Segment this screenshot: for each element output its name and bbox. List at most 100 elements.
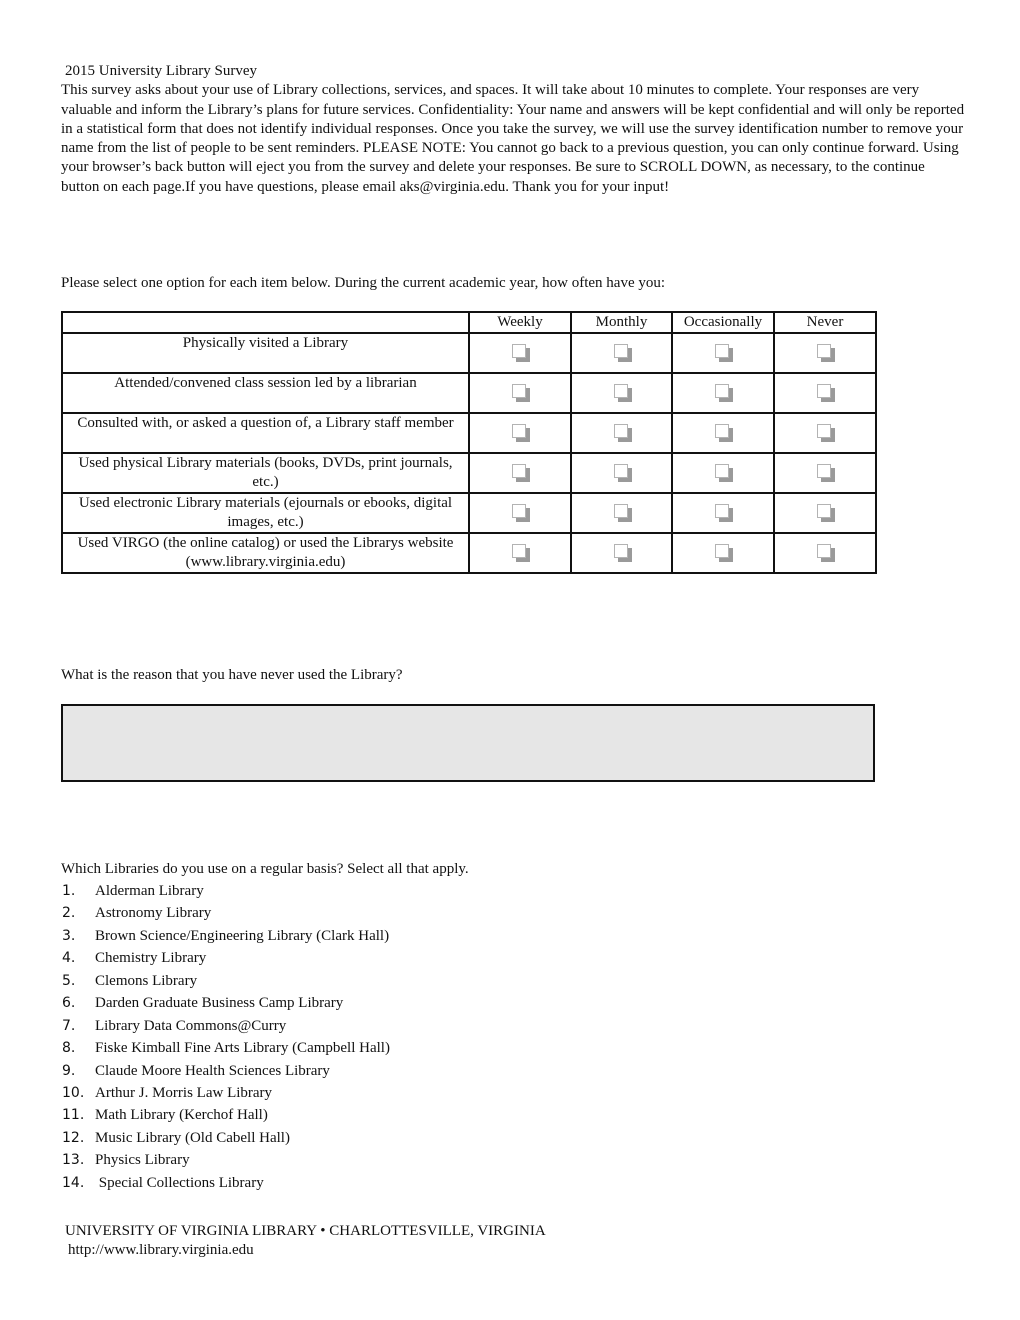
matrix-corner-cell xyxy=(61,311,470,334)
matrix-header-row: Weekly Monthly Occasionally Never xyxy=(61,311,877,334)
matrix-row: Used electronic Library materials (ejour… xyxy=(61,492,877,534)
checkbox-box-icon xyxy=(512,463,526,478)
checkbox-monthly[interactable] xyxy=(613,343,632,362)
list-number: 7. xyxy=(62,1017,76,1034)
library-option[interactable]: 12. Music Library (Old Cabell Hall) xyxy=(61,1128,390,1150)
library-option[interactable]: 4. Chemistry Library xyxy=(61,948,390,970)
matrix-cell-monthly xyxy=(570,532,673,574)
checkbox-box-icon xyxy=(512,503,526,518)
footer-url-link[interactable]: http://www.library.virginia.edu xyxy=(65,1241,546,1260)
checkbox-box-icon xyxy=(715,543,729,558)
matrix-cell-weekly xyxy=(468,532,572,574)
matrix-cell-occasionally xyxy=(671,412,775,454)
library-option[interactable]: 13. Physics Library xyxy=(61,1150,390,1172)
survey-intro: 2015 University Library Survey This surv… xyxy=(61,62,966,197)
library-option[interactable]: 14. Special Collections Library xyxy=(61,1173,390,1195)
checkbox-box-icon xyxy=(613,463,628,478)
checkbox-occasionally[interactable] xyxy=(715,463,733,482)
list-number: 2. xyxy=(62,905,76,922)
matrix-row: Used physical Library materials (books, … xyxy=(61,452,877,494)
intro-paragraph: This survey asks about your use of Libra… xyxy=(61,82,965,195)
matrix-row-label: Attended/convened class session led by a… xyxy=(61,372,470,414)
library-option-label: Astronomy Library xyxy=(95,905,212,922)
checkbox-weekly[interactable] xyxy=(512,503,530,522)
matrix-row: Consulted with, or asked a question of, … xyxy=(61,412,877,454)
matrix-row-label: Used electronic Library materials (ejour… xyxy=(61,492,470,534)
checkbox-box-icon xyxy=(613,503,628,518)
list-number: 5. xyxy=(62,972,76,989)
checkbox-weekly[interactable] xyxy=(512,423,530,442)
matrix-cell-occasionally xyxy=(671,332,775,374)
checkbox-box-icon xyxy=(817,463,831,478)
matrix-row-label: Physically visited a Library xyxy=(61,332,470,374)
checkbox-occasionally[interactable] xyxy=(715,503,733,522)
checkbox-box-icon xyxy=(715,503,729,518)
checkbox-monthly[interactable] xyxy=(613,463,632,482)
checkbox-never[interactable] xyxy=(817,423,835,442)
matrix-cell-occasionally xyxy=(671,452,775,494)
matrix-row: Physically visited a Library xyxy=(61,332,877,374)
matrix-cell-monthly xyxy=(570,452,673,494)
list-number: 13. xyxy=(62,1152,85,1169)
checkbox-box-icon xyxy=(512,423,526,438)
checkbox-monthly[interactable] xyxy=(613,503,632,522)
matrix-cell-occasionally xyxy=(671,532,775,574)
checkbox-box-icon xyxy=(613,383,628,398)
library-option[interactable]: 6. Darden Graduate Business Camp Library xyxy=(61,993,390,1015)
checkbox-weekly[interactable] xyxy=(512,463,530,482)
checkbox-box-icon xyxy=(613,543,628,558)
footer-org: UNIVERSITY OF VIRGINIA LIBRARY • CHARLOT… xyxy=(65,1223,546,1239)
column-header-never: Never xyxy=(773,311,877,334)
column-header-monthly: Monthly xyxy=(570,311,673,334)
checkbox-box-icon xyxy=(715,463,729,478)
never-used-reason-input[interactable] xyxy=(61,704,875,782)
checkbox-box-icon xyxy=(613,423,628,438)
checkbox-monthly[interactable] xyxy=(613,423,632,442)
checkbox-weekly[interactable] xyxy=(512,343,530,362)
checkbox-never[interactable] xyxy=(817,383,835,402)
matrix-cell-never xyxy=(773,412,877,454)
matrix-cell-never xyxy=(773,372,877,414)
library-option-label: Special Collections Library xyxy=(95,1174,264,1191)
library-option[interactable]: 11. Math Library (Kerchof Hall) xyxy=(61,1105,390,1127)
column-header-occasionally: Occasionally xyxy=(671,311,775,334)
matrix-row: Used VIRGO (the online catalog) or used … xyxy=(61,532,877,574)
checkbox-box-icon xyxy=(715,383,729,398)
list-number: 9. xyxy=(62,1062,76,1079)
checkbox-never[interactable] xyxy=(817,503,835,522)
matrix-row-label: Used physical Library materials (books, … xyxy=(61,452,470,494)
checkbox-occasionally[interactable] xyxy=(715,543,733,562)
library-option-label: Arthur J. Morris Law Library xyxy=(95,1084,273,1101)
library-option[interactable]: 7. Library Data Commons@Curry xyxy=(61,1016,390,1038)
checkbox-never[interactable] xyxy=(817,463,835,482)
checkbox-box-icon xyxy=(817,343,831,358)
checkbox-occasionally[interactable] xyxy=(715,383,733,402)
list-number: 12. xyxy=(62,1129,85,1146)
checkbox-occasionally[interactable] xyxy=(715,343,733,362)
library-option-label: Brown Science/Engineering Library (Clark… xyxy=(95,927,390,944)
library-option[interactable]: 8. Fiske Kimball Fine Arts Library (Campb… xyxy=(61,1038,390,1060)
matrix-cell-weekly xyxy=(468,332,572,374)
libraries-question-prompt: Which Libraries do you use on a regular … xyxy=(61,861,469,877)
library-option[interactable]: 10. Arthur J. Morris Law Library xyxy=(61,1083,390,1105)
library-option[interactable]: 9. Claude Moore Health Sciences Library xyxy=(61,1061,390,1083)
library-option-label: Physics Library xyxy=(95,1152,190,1169)
list-number: 4. xyxy=(62,950,76,967)
checkbox-occasionally[interactable] xyxy=(715,423,733,442)
list-number: 3. xyxy=(62,927,76,944)
library-option[interactable]: 2. Astronomy Library xyxy=(61,903,390,925)
checkbox-monthly[interactable] xyxy=(613,543,632,562)
checkbox-never[interactable] xyxy=(817,543,835,562)
checkbox-monthly[interactable] xyxy=(613,383,632,402)
list-number: 1. xyxy=(62,883,76,899)
checkbox-weekly[interactable] xyxy=(512,383,530,402)
checkbox-never[interactable] xyxy=(817,343,835,362)
checkbox-weekly[interactable] xyxy=(512,543,530,562)
library-option[interactable]: 3. Brown Science/Engineering Library (Cla… xyxy=(61,926,390,948)
checkbox-box-icon xyxy=(715,343,729,358)
library-option[interactable]: 1. Alderman Library xyxy=(61,881,390,903)
library-option-label: Fiske Kimball Fine Arts Library (Campbel… xyxy=(95,1040,390,1057)
library-option-label: Claude Moore Health Sciences Library xyxy=(95,1062,330,1079)
library-option-label: Music Library (Old Cabell Hall) xyxy=(95,1129,290,1146)
library-option[interactable]: 5. Clemons Library xyxy=(61,971,390,993)
